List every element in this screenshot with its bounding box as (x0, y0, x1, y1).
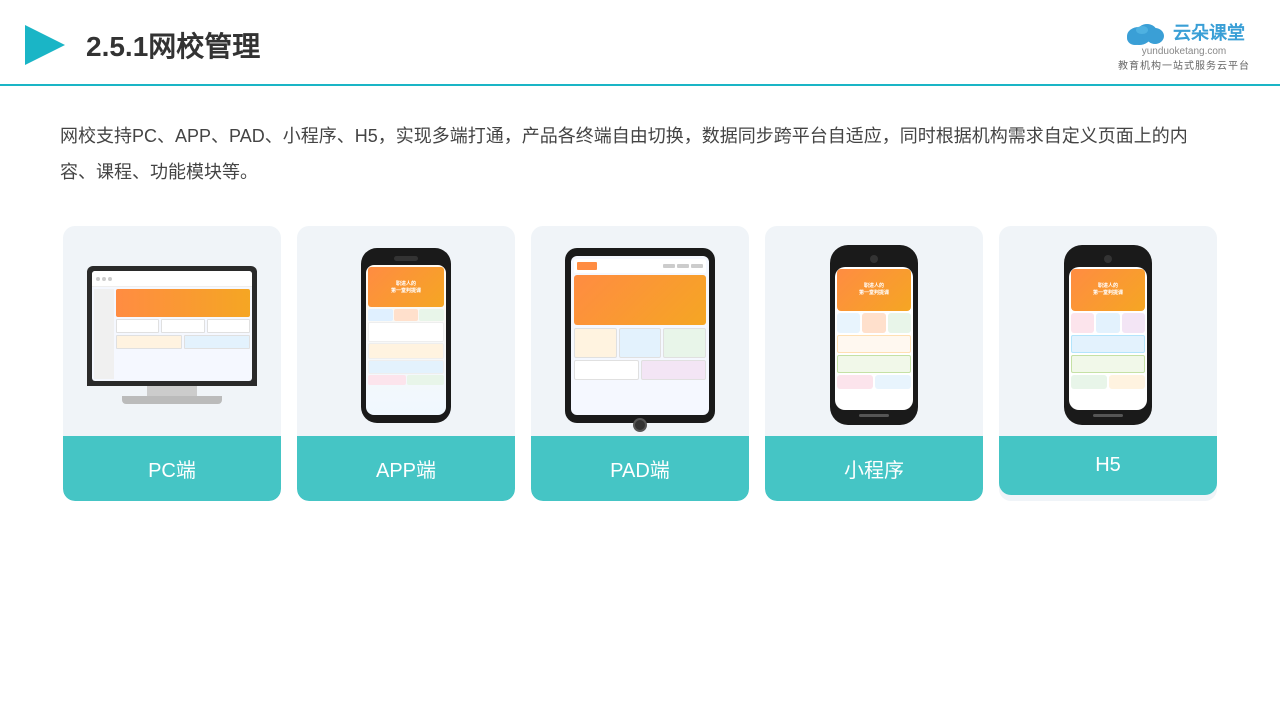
pc-monitor (87, 266, 257, 386)
description-text: 网校支持PC、APP、PAD、小程序、H5，实现多端打通，产品各终端自由切换，数… (60, 126, 1188, 182)
logo-tagline: 教育机构一站式服务云平台 (1118, 57, 1250, 72)
miniprogram-image-area: 职进人的第一堂判提课 (765, 226, 983, 436)
description: 网校支持PC、APP、PAD、小程序、H5，实现多端打通，产品各终端自由切换，数… (0, 86, 1280, 206)
app-image-area: 职进人的第一堂判提课 (297, 226, 515, 436)
pc-screen (92, 271, 252, 381)
pad-label: PAD端 (531, 436, 749, 501)
logo-text: 云朵课堂 (1173, 19, 1245, 45)
miniprogram-phone-mockup: 职进人的第一堂判提课 (830, 245, 918, 425)
card-pc: PC端 (63, 226, 281, 501)
logo-cloud: 云朵课堂 (1123, 18, 1245, 46)
h5-image-area: 职进人的第一堂判提课 (999, 226, 1217, 436)
logo-domain: yunduoketang.com (1142, 46, 1227, 57)
logo-area: 云朵课堂 yunduoketang.com 教育机构一站式服务云平台 (1118, 18, 1250, 72)
miniprogram-label: 小程序 (765, 436, 983, 501)
app-phone-mockup: 职进人的第一堂判提课 (361, 248, 451, 423)
card-pad: PAD端 (531, 226, 749, 501)
header-left: 2.5.1网校管理 (20, 20, 260, 70)
pad-image-area (531, 226, 749, 436)
page-title: 2.5.1网校管理 (86, 25, 260, 65)
cards-area: PC端 职进人的第一堂判提课 (0, 206, 1280, 501)
app-label: APP端 (297, 436, 515, 501)
page: 2.5.1网校管理 云朵课堂 yunduoketang.com 教育机构一站式服… (0, 0, 1280, 720)
card-miniprogram: 职进人的第一堂判提课 (765, 226, 983, 501)
pc-image-area (63, 226, 281, 436)
pad-tablet-mockup (565, 248, 715, 423)
card-h5: 职进人的第一堂判提课 (999, 226, 1217, 501)
pc-mockup (87, 266, 257, 404)
pc-label: PC端 (63, 436, 281, 501)
cloud-icon (1123, 18, 1167, 46)
card-app: 职进人的第一堂判提课 (297, 226, 515, 501)
header: 2.5.1网校管理 云朵课堂 yunduoketang.com 教育机构一站式服… (0, 0, 1280, 86)
h5-label: H5 (999, 436, 1217, 495)
play-icon (20, 20, 70, 70)
h5-phone-mockup: 职进人的第一堂判提课 (1064, 245, 1152, 425)
